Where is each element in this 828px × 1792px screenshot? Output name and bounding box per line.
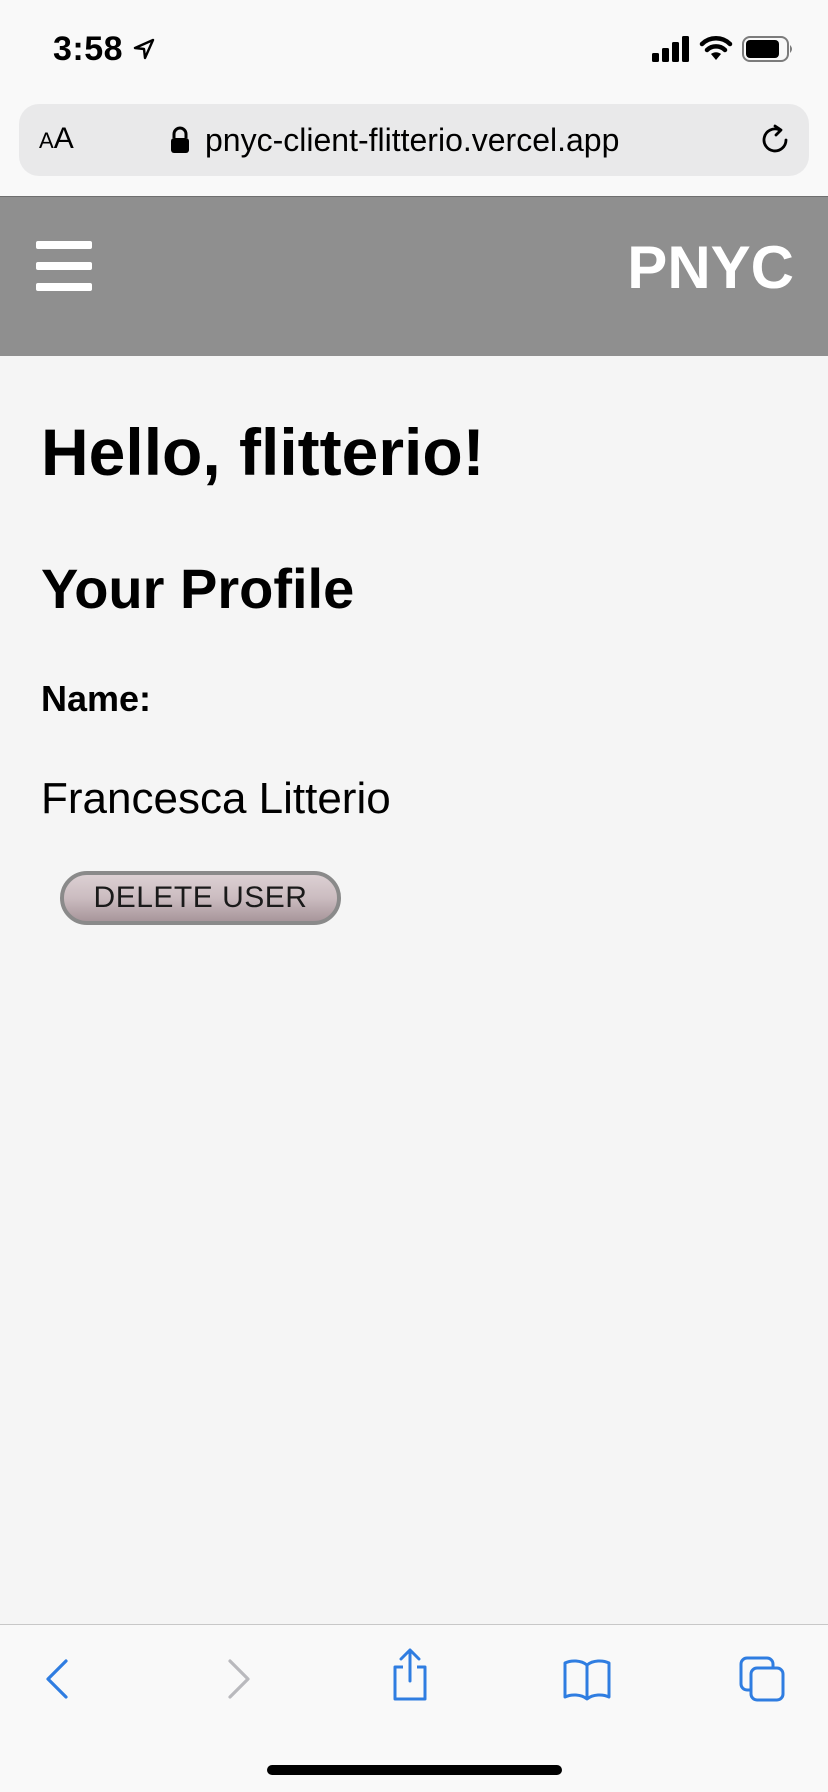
status-bar: 3:58 <box>0 0 828 100</box>
browser-address-area: AA pnyc-client-flitterio.vercel.app <box>0 100 828 196</box>
name-label: Name: <box>41 678 152 719</box>
address-bar[interactable]: AA pnyc-client-flitterio.vercel.app <box>19 104 809 176</box>
home-indicator[interactable] <box>267 1765 562 1775</box>
lock-icon <box>171 126 189 153</box>
reload-icon[interactable] <box>757 122 793 158</box>
name-value: Francesca Litterio <box>41 774 391 823</box>
cellular-signal-icon <box>652 36 689 62</box>
profile-heading: Your Profile <box>41 557 355 620</box>
bookmarks-icon[interactable] <box>562 1655 612 1703</box>
share-icon[interactable] <box>386 1647 434 1703</box>
phone-screen: 3:58 AA pnyc-client-flitterio.vercel.app… <box>0 0 828 1792</box>
delete-user-button[interactable]: DELETE USER <box>60 871 341 925</box>
back-icon[interactable] <box>36 1655 84 1703</box>
forward-icon[interactable] <box>212 1655 260 1703</box>
url-text[interactable]: pnyc-client-flitterio.vercel.app <box>205 122 619 159</box>
wifi-icon <box>699 36 733 60</box>
greeting-heading: Hello, flitterio! <box>41 415 485 489</box>
hamburger-menu-icon[interactable] <box>36 241 92 291</box>
battery-icon <box>742 36 792 62</box>
brand-title[interactable]: PNYC <box>627 233 794 302</box>
app-header: PNYC <box>0 196 828 356</box>
text-size-button[interactable]: AA <box>39 122 74 158</box>
tabs-icon[interactable] <box>738 1655 786 1703</box>
location-arrow-icon <box>133 38 155 60</box>
status-time: 3:58 <box>53 30 124 68</box>
